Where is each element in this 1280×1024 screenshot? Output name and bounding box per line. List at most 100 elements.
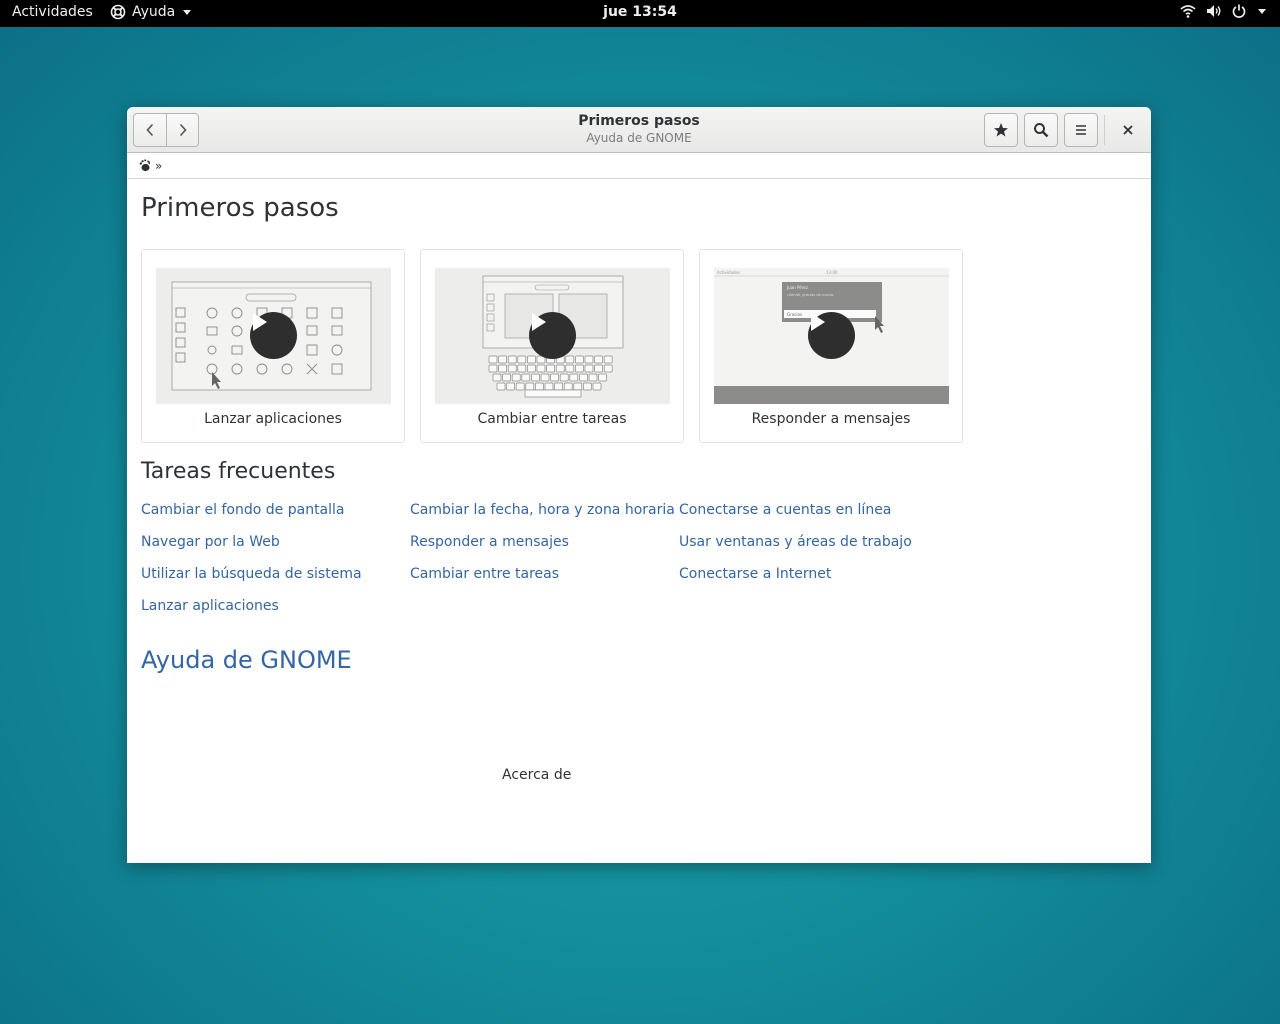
keyboard-key [555,364,565,373]
keyboard-key [565,364,575,373]
close-icon [1123,125,1133,135]
task-links: Cambiar el fondo de pantalla Cambiar la … [141,501,1137,616]
clock[interactable]: jue 13:54 [603,4,677,20]
forward-button[interactable] [166,114,198,146]
keyboard-key [496,382,506,391]
keyboard-key [550,373,559,382]
thumb-activities: Actividades [717,270,740,275]
thumb-reply: Gracias [787,312,802,317]
top-bar: Actividades Ayuda jue 13:54 [0,0,1280,27]
header-separator [1104,115,1105,145]
task-link[interactable]: Cambiar entre tareas [410,565,679,584]
keyboard-key [515,382,525,391]
play-button[interactable] [529,312,576,359]
thumb-time: 13:00 [826,270,838,275]
keyboard-key [573,382,583,391]
chevron-right-icon [179,123,187,137]
keyboard-key [603,364,613,373]
chevron-down-icon [183,9,192,15]
keyboard-key [507,364,517,373]
activities-button[interactable]: Actividades [12,4,93,20]
header-bar: Primeros pasos Ayuda de GNOME [127,107,1151,153]
card-caption[interactable]: Cambiar entre tareas [435,411,669,427]
keyboard-key [527,364,536,373]
navigation-buttons [133,113,199,147]
task-link[interactable]: Utilizar la búsqueda de sistema [141,565,410,584]
task-link[interactable]: Conectarse a cuentas en línea [679,501,948,520]
keyboard-key [488,355,498,364]
keyboard-key [527,355,536,364]
keyboard-key [554,382,563,391]
keyboard-key [517,355,527,364]
keyboard-key [559,373,569,382]
chevron-left-icon [146,123,154,137]
keyboard-key [544,382,554,391]
task-link[interactable]: Usar ventanas y áreas de trabajo [679,533,948,552]
star-icon [994,123,1008,137]
task-link[interactable]: Cambiar la fecha, hora y zona horaria [410,501,679,520]
keyboard-key [579,373,588,382]
section-title: Tareas frecuentes [141,459,336,484]
app-menu[interactable]: Ayuda [110,4,192,20]
bookmark-button[interactable] [984,113,1018,147]
volume-icon [1207,5,1221,17]
keyboard-key [594,364,603,373]
system-status-menu[interactable] [1180,4,1266,18]
play-icon [811,313,825,331]
keyboard-key [531,373,540,382]
keyboard-key [517,364,527,373]
search-icon [1034,123,1049,138]
keyboard-key [535,382,544,391]
task-link[interactable]: Navegar por la Web [141,533,410,552]
card-launch-apps[interactable]: Lanzar aplicaciones [141,249,405,443]
play-button[interactable] [808,312,855,359]
gnome-help-link[interactable]: Ayuda de GNOME [141,646,352,674]
search-button[interactable] [1024,113,1058,147]
keyboard-key [536,364,546,373]
video-thumbnail[interactable] [435,268,670,404]
task-link[interactable]: Responder a mensajes [410,533,679,552]
keyboard-key [598,373,607,382]
keyboard-key [498,355,507,364]
keyboard-key [569,373,579,382]
chevron-down-icon [1258,8,1266,14]
gnome-foot-icon[interactable] [139,159,151,172]
task-link[interactable]: Cambiar el fondo de pantalla [141,501,410,520]
close-button[interactable] [1112,113,1144,147]
keyboard-key [507,355,517,364]
keyboard-key [488,364,498,373]
keyboard-key [492,373,502,382]
keyboard-key [506,382,515,391]
keyboard-key [575,355,584,364]
power-icon [1232,4,1246,18]
card-caption[interactable]: Responder a mensajes [714,411,948,427]
keyboard-key [546,364,555,373]
keyboard-key [540,373,550,382]
card-caption[interactable]: Lanzar aplicaciones [156,411,390,427]
keyboard-key [594,355,603,364]
play-icon [532,313,546,331]
thumb-message: ¡Genial, gracias de nuevo. [787,293,834,297]
card-reply-messages[interactable]: Actividades 13:00 Juan Pérez ¡Genial, gr… [699,249,963,443]
keyboard-key [563,382,573,391]
keyboard-key [565,355,575,364]
about-link[interactable]: Acerca de [502,767,571,783]
video-thumbnail[interactable]: Actividades 13:00 Juan Pérez ¡Genial, gr… [714,268,949,404]
wifi-icon [1180,5,1196,18]
keyboard-key [592,382,602,391]
keyboard-key [603,355,613,364]
task-link[interactable]: Lanzar aplicaciones [141,597,410,616]
menu-button[interactable] [1064,113,1098,147]
breadcrumb-separator: » [155,158,163,173]
card-switch-tasks[interactable]: Cambiar entre tareas [420,249,684,443]
keyboard-key [575,364,584,373]
keyboard-key [584,364,594,373]
keyboard-key [502,373,511,382]
play-button[interactable] [250,312,297,359]
task-link[interactable]: Conectarse a Internet [679,565,948,584]
help-window: Primeros pasos Ayuda de GNOME » Primeros… [127,107,1151,863]
video-thumbnail[interactable] [156,268,391,404]
play-icon [253,313,267,331]
back-button[interactable] [134,114,166,146]
breadcrumb: » [127,153,1151,179]
